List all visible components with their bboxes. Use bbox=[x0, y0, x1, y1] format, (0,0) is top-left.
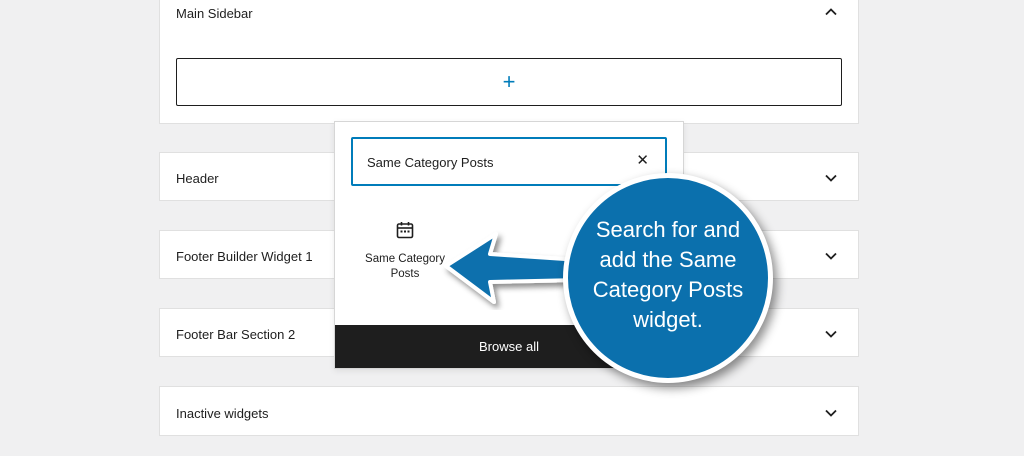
close-icon[interactable]: ✕ bbox=[636, 153, 649, 168]
inactive-widgets-panel[interactable]: Inactive widgets bbox=[159, 386, 859, 436]
block-search-input[interactable]: Same Category Posts ✕ bbox=[351, 137, 667, 186]
add-block-button[interactable]: + bbox=[176, 58, 842, 106]
header-title: Header bbox=[176, 171, 219, 186]
footer-builder-title: Footer Builder Widget 1 bbox=[176, 249, 313, 264]
chevron-down-icon[interactable] bbox=[824, 406, 838, 420]
callout-bubble: Search for and add the Same Category Pos… bbox=[563, 173, 773, 383]
chevron-down-icon[interactable] bbox=[824, 249, 838, 263]
inactive-widgets-title: Inactive widgets bbox=[176, 406, 269, 421]
main-sidebar-title[interactable]: Main Sidebar bbox=[176, 6, 253, 21]
main-sidebar-panel: Main Sidebar + bbox=[159, 0, 859, 124]
chevron-down-icon[interactable] bbox=[824, 327, 838, 341]
footer-bar-title: Footer Bar Section 2 bbox=[176, 327, 296, 342]
callout-text: Search for and add the Same Category Pos… bbox=[592, 217, 744, 332]
chevron-up-icon[interactable] bbox=[824, 5, 838, 19]
chevron-down-icon[interactable] bbox=[824, 171, 838, 185]
search-value: Same Category Posts bbox=[367, 155, 494, 170]
plus-icon: + bbox=[502, 69, 516, 94]
calendar-icon bbox=[396, 222, 414, 239]
